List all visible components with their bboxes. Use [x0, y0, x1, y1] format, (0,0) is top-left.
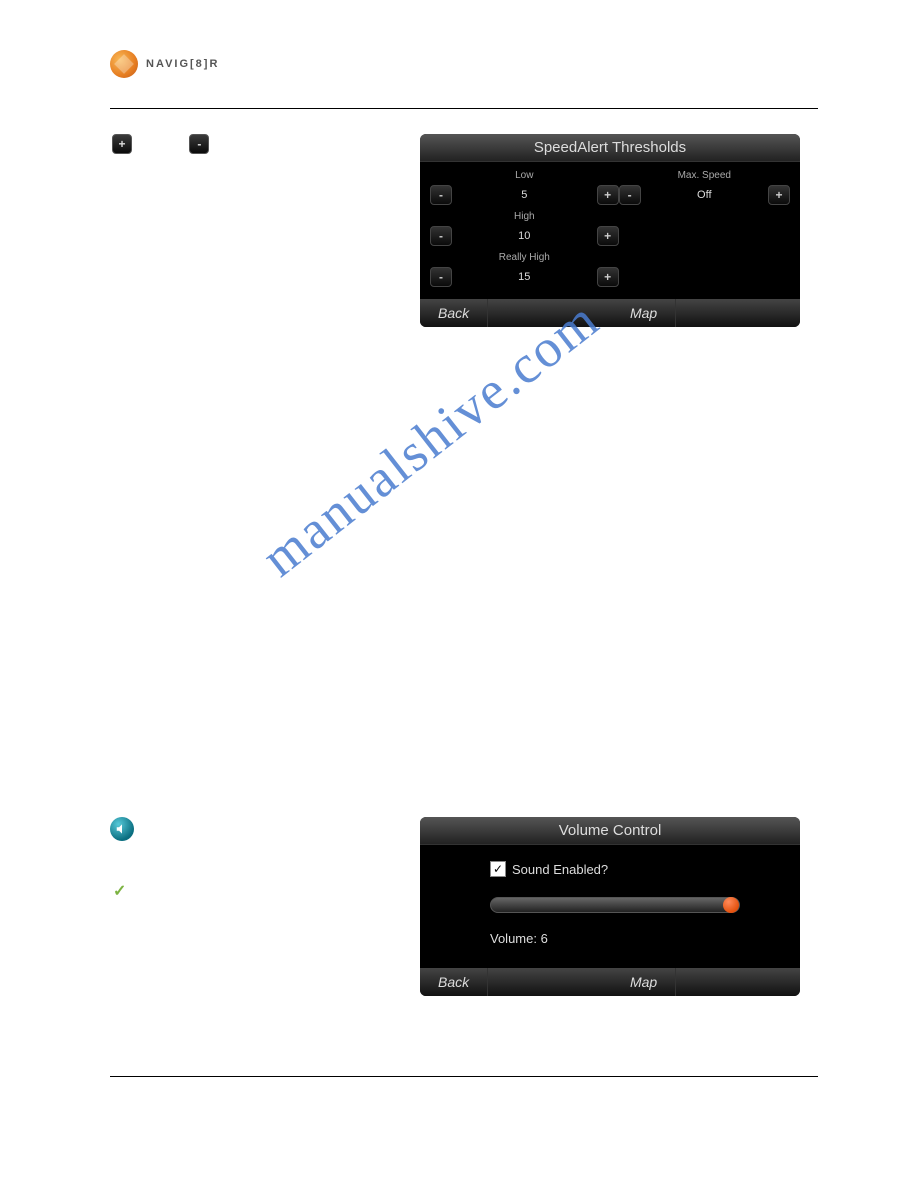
- back-button[interactable]: Back: [420, 299, 488, 327]
- volume-title: Volume Control: [420, 817, 800, 845]
- low-row: - 5 +: [430, 185, 619, 205]
- instruction-column: + -: [110, 134, 390, 154]
- bottom-rule: [110, 1076, 818, 1077]
- volume-value-label: Volume: 6: [490, 931, 778, 946]
- maxspeed-label: Max. Speed: [619, 170, 790, 181]
- low-minus-button[interactable]: -: [430, 185, 452, 205]
- low-value: 5: [452, 189, 597, 201]
- footer-spacer: [488, 299, 612, 327]
- screen-title: SpeedAlert Thresholds: [420, 134, 800, 162]
- sound-checkbox[interactable]: ✓: [490, 861, 506, 877]
- reallyhigh-row: - 15 +: [430, 267, 619, 287]
- footer-spacer-2: [676, 299, 800, 327]
- reallyhigh-minus-button[interactable]: -: [430, 267, 452, 287]
- sound-enabled-row[interactable]: ✓ Sound Enabled?: [490, 861, 778, 877]
- high-label: High: [430, 211, 619, 222]
- speedalert-screen: SpeedAlert Thresholds Low - 5 + High: [420, 134, 800, 327]
- volume-screen: Volume Control ✓ Sound Enabled? Volume: …: [420, 817, 800, 996]
- map-button[interactable]: Map: [612, 299, 676, 327]
- brand-name: NAVIG[8]R: [146, 58, 219, 70]
- high-row: - 10 +: [430, 226, 619, 246]
- brand-logo-icon: [110, 50, 138, 78]
- brand-header: NAVIG[8]R: [110, 50, 818, 78]
- speaker-icon: [110, 817, 134, 841]
- footer-spacer-4: [676, 968, 800, 996]
- volume-slider-knob[interactable]: [723, 897, 739, 913]
- volume-back-button[interactable]: Back: [420, 968, 488, 996]
- sound-enabled-label: Sound Enabled?: [512, 862, 608, 877]
- footer-spacer-3: [488, 968, 612, 996]
- check-icon: ✓: [113, 883, 126, 900]
- plus-icon: +: [112, 134, 132, 154]
- top-rule: [110, 108, 818, 109]
- reallyhigh-plus-button[interactable]: +: [597, 267, 619, 287]
- maxspeed-value: Off: [641, 189, 768, 201]
- high-value: 10: [452, 230, 597, 242]
- high-plus-button[interactable]: +: [597, 226, 619, 246]
- low-label: Low: [430, 170, 619, 181]
- high-minus-button[interactable]: -: [430, 226, 452, 246]
- instruction-column-2: ✓: [110, 817, 390, 901]
- maxspeed-plus-button[interactable]: +: [768, 185, 790, 205]
- maxspeed-minus-button[interactable]: -: [619, 185, 641, 205]
- reallyhigh-label: Really High: [430, 252, 619, 263]
- maxspeed-row: - Off +: [619, 185, 790, 205]
- volume-map-button[interactable]: Map: [612, 968, 676, 996]
- low-plus-button[interactable]: +: [597, 185, 619, 205]
- watermark: manualshive.com: [250, 288, 611, 589]
- minus-icon: -: [189, 134, 209, 154]
- reallyhigh-value: 15: [452, 271, 597, 283]
- volume-slider[interactable]: [490, 897, 740, 913]
